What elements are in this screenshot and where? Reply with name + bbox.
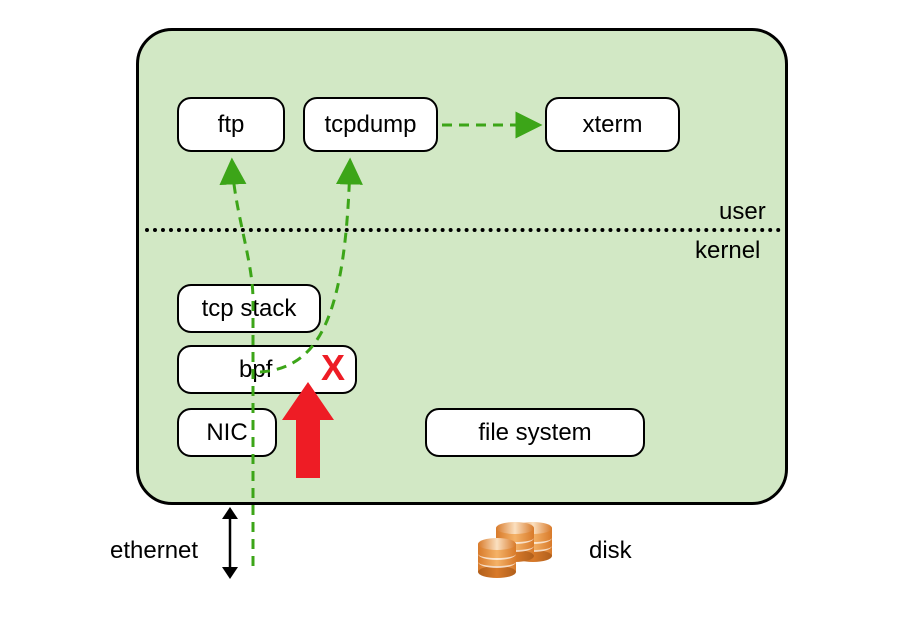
user-label: user — [719, 198, 766, 226]
nic-label: NIC — [206, 419, 247, 447]
tcpstack-label: tcp stack — [202, 295, 297, 323]
disk-label: disk — [589, 537, 632, 565]
xterm-label: xterm — [583, 111, 643, 139]
filesystem-box: file system — [425, 408, 645, 457]
xterm-box: xterm — [545, 97, 680, 152]
tcpstack-box: tcp stack — [177, 284, 321, 333]
bpf-label: bpf — [239, 356, 272, 384]
red-arrow-icon — [278, 378, 338, 486]
ethernet-label: ethernet — [110, 537, 198, 565]
disk-icon — [478, 522, 558, 580]
tcpdump-label: tcpdump — [324, 111, 416, 139]
ftp-label: ftp — [218, 111, 245, 139]
tcpdump-box: tcpdump — [303, 97, 438, 152]
nic-box: NIC — [177, 408, 277, 457]
filesystem-label: file system — [478, 419, 591, 447]
user-kernel-divider — [145, 228, 781, 232]
kernel-label: kernel — [695, 237, 760, 265]
ethernet-arrow-icon — [218, 505, 242, 581]
ftp-box: ftp — [177, 97, 285, 152]
